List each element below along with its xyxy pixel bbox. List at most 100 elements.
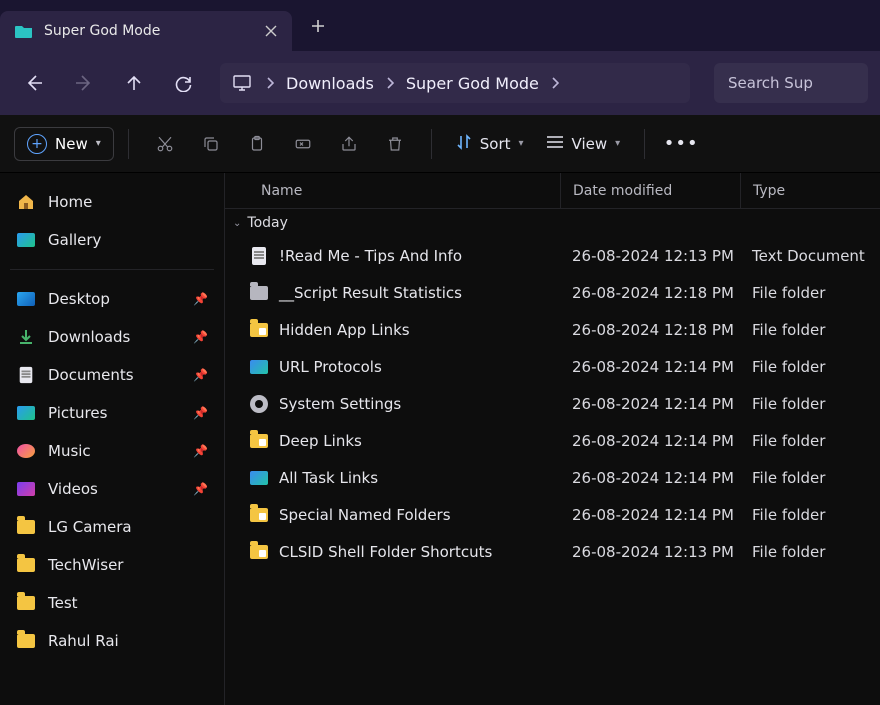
file-name: __Script Result Statistics (279, 284, 462, 302)
sidebar-item-home[interactable]: Home (6, 183, 218, 221)
sidebar-item-desktop[interactable]: Desktop 📌 (6, 280, 218, 318)
breadcrumb-item[interactable]: Super God Mode (400, 74, 545, 93)
sort-label: Sort (480, 135, 511, 153)
more-button[interactable]: ••• (659, 122, 703, 166)
file-type: File folder (740, 432, 880, 450)
file-row[interactable]: Deep Links 26-08-2024 12:14 PM File fold… (225, 422, 880, 459)
file-date: 26-08-2024 12:14 PM (560, 469, 740, 487)
plus-circle-icon: + (27, 134, 47, 154)
sidebar-item-label: Music (48, 442, 91, 460)
sidebar-item-lg-camera[interactable]: LG Camera (6, 508, 218, 546)
file-row[interactable]: Special Named Folders 26-08-2024 12:14 P… (225, 496, 880, 533)
new-button[interactable]: + New ▾ (14, 127, 114, 161)
divider (128, 129, 129, 159)
file-icon (249, 394, 269, 414)
up-button[interactable] (112, 61, 156, 105)
file-row[interactable]: !Read Me - Tips And Info 26-08-2024 12:1… (225, 237, 880, 274)
column-type[interactable]: Type (740, 173, 880, 208)
file-row[interactable]: All Task Links 26-08-2024 12:14 PM File … (225, 459, 880, 496)
sidebar-item-downloads[interactable]: Downloads 📌 (6, 318, 218, 356)
file-row[interactable]: URL Protocols 26-08-2024 12:14 PM File f… (225, 348, 880, 385)
share-button[interactable] (327, 122, 371, 166)
search-input[interactable]: Search Sup (714, 63, 868, 103)
sidebar-item-label: Pictures (48, 404, 107, 422)
sidebar-item-videos[interactable]: Videos 📌 (6, 470, 218, 508)
file-row[interactable]: Hidden App Links 26-08-2024 12:18 PM Fil… (225, 311, 880, 348)
title-bar: Super God Mode (0, 0, 880, 51)
file-date: 26-08-2024 12:14 PM (560, 506, 740, 524)
music-icon (16, 441, 36, 461)
file-name: URL Protocols (279, 358, 382, 376)
sidebar-item-label: TechWiser (48, 556, 123, 574)
sidebar-item-gallery[interactable]: Gallery (6, 221, 218, 259)
forward-button[interactable] (62, 61, 106, 105)
chevron-down-icon: ▾ (615, 138, 620, 149)
file-type: File folder (740, 358, 880, 376)
toolbar: + New ▾ Sort ▾ View ▾ ••• (0, 115, 880, 173)
chevron-right-icon (380, 77, 400, 89)
file-date: 26-08-2024 12:18 PM (560, 284, 740, 302)
file-row[interactable]: CLSID Shell Folder Shortcuts 26-08-2024 … (225, 533, 880, 570)
file-name: CLSID Shell Folder Shortcuts (279, 543, 492, 561)
group-header[interactable]: ⌄ Today (225, 209, 880, 237)
divider (10, 269, 214, 270)
sidebar-item-documents[interactable]: Documents 📌 (6, 356, 218, 394)
breadcrumb[interactable]: Downloads Super God Mode (220, 63, 690, 103)
file-type: File folder (740, 543, 880, 561)
file-type: File folder (740, 506, 880, 524)
new-tab-button[interactable] (296, 4, 340, 48)
home-icon (16, 192, 36, 212)
file-icon (249, 357, 269, 377)
file-list-pane: Name Date modified Type ⌄ Today !Read Me… (225, 173, 880, 705)
file-icon (249, 505, 269, 525)
sidebar-item-label: Home (48, 193, 92, 211)
sidebar-item-rahul-rai[interactable]: Rahul Rai (6, 622, 218, 660)
file-icon (249, 320, 269, 340)
tab-active[interactable]: Super God Mode (0, 11, 292, 51)
sidebar-item-label: Downloads (48, 328, 130, 346)
file-name: System Settings (279, 395, 401, 413)
sidebar-item-label: Rahul Rai (48, 632, 119, 650)
column-date[interactable]: Date modified (560, 173, 740, 208)
breadcrumb-item[interactable]: Downloads (280, 74, 380, 93)
sidebar-item-music[interactable]: Music 📌 (6, 432, 218, 470)
file-date: 26-08-2024 12:13 PM (560, 543, 740, 561)
chevron-right-icon (545, 77, 565, 89)
file-row[interactable]: System Settings 26-08-2024 12:14 PM File… (225, 385, 880, 422)
file-date: 26-08-2024 12:18 PM (560, 321, 740, 339)
cut-button[interactable] (143, 122, 187, 166)
file-type: File folder (740, 469, 880, 487)
pin-icon: 📌 (193, 330, 208, 344)
copy-button[interactable] (189, 122, 233, 166)
chevron-down-icon: ⌄ (233, 218, 241, 229)
download-icon (16, 327, 36, 347)
file-type: File folder (740, 395, 880, 413)
desktop-icon (16, 289, 36, 309)
new-label: New (55, 135, 88, 153)
refresh-button[interactable] (162, 61, 206, 105)
close-icon[interactable] (262, 22, 280, 40)
file-icon (249, 431, 269, 451)
sidebar-item-techwiser[interactable]: TechWiser (6, 546, 218, 584)
paste-button[interactable] (235, 122, 279, 166)
back-button[interactable] (12, 61, 56, 105)
pin-icon: 📌 (193, 444, 208, 458)
folder-icon (16, 555, 36, 575)
sidebar-item-test[interactable]: Test (6, 584, 218, 622)
folder-icon (16, 517, 36, 537)
pin-icon: 📌 (193, 368, 208, 382)
file-icon (249, 283, 269, 303)
nav-row: Downloads Super God Mode Search Sup (0, 51, 880, 115)
file-row[interactable]: __Script Result Statistics 26-08-2024 12… (225, 274, 880, 311)
rename-button[interactable] (281, 122, 325, 166)
file-type: Text Document (740, 247, 880, 265)
divider (431, 129, 432, 159)
file-icon (249, 468, 269, 488)
sort-button[interactable]: Sort ▾ (446, 128, 534, 160)
column-date-label: Date modified (573, 183, 672, 199)
chevron-right-icon (260, 77, 280, 89)
column-name[interactable]: Name (225, 173, 560, 208)
sidebar-item-pictures[interactable]: Pictures 📌 (6, 394, 218, 432)
delete-button[interactable] (373, 122, 417, 166)
view-button[interactable]: View ▾ (536, 129, 631, 159)
